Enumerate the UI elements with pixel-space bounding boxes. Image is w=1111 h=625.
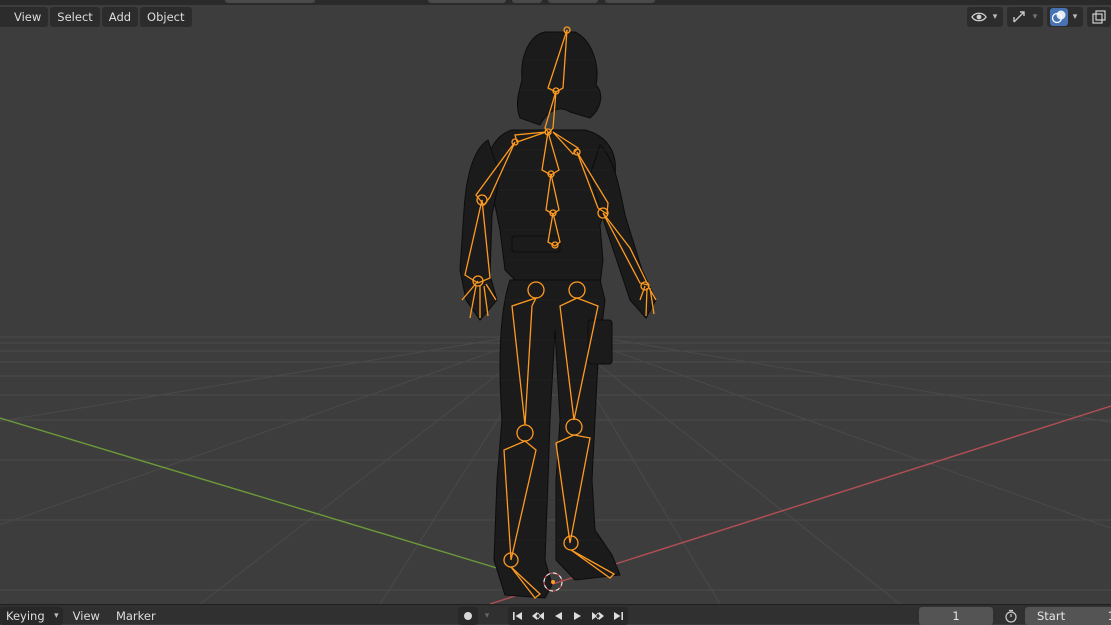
prev-keyframe-icon[interactable] — [528, 607, 548, 625]
gizmo-dropdown[interactable]: ▾ — [1007, 7, 1043, 27]
xray-toggle-icon — [1090, 8, 1108, 26]
3d-viewport[interactable]: View Select Add Object ▾ ▾ ▾ — [0, 0, 1111, 604]
next-keyframe-icon[interactable] — [588, 607, 608, 625]
xray-toggle[interactable] — [1087, 7, 1111, 27]
keying-dropdown[interactable]: Keying ▾ — [0, 607, 63, 625]
overlays-dropdown[interactable]: ▾ — [1047, 7, 1083, 27]
current-frame-field[interactable]: 1 — [919, 607, 993, 625]
chevron-down-icon: ▾ — [1032, 12, 1038, 22]
viewport-header-tools: ▾ ▾ ▾ — [967, 7, 1111, 27]
gizmo-arrow-icon — [1010, 8, 1028, 26]
playback-controls — [508, 607, 628, 625]
stopwatch-icon[interactable] — [1001, 607, 1021, 625]
character-mesh[interactable] — [459, 31, 657, 599]
jump-end-icon[interactable] — [608, 607, 628, 625]
play-icon[interactable] — [568, 607, 588, 625]
chevron-down-icon[interactable]: ▾ — [482, 611, 492, 621]
play-reverse-icon[interactable] — [548, 607, 568, 625]
menu-object[interactable]: Object — [140, 7, 192, 27]
keying-label: Keying — [6, 609, 45, 623]
timeline-menu-marker[interactable]: Marker — [110, 607, 162, 625]
jump-start-icon[interactable] — [508, 607, 528, 625]
overlays-icon — [1050, 8, 1068, 26]
visibility-eye-icon — [970, 8, 988, 26]
chevron-down-icon: ▾ — [54, 611, 59, 621]
auto-keying-button[interactable] — [458, 607, 478, 625]
start-frame-field[interactable]: Start 1 — [1025, 607, 1111, 625]
menu-view[interactable]: View — [0, 7, 49, 27]
menu-select[interactable]: Select — [50, 7, 100, 27]
y-axis-line — [0, 417, 521, 576]
viewport-scene[interactable] — [0, 0, 1111, 604]
start-label: Start — [1037, 609, 1066, 623]
chevron-down-icon: ▾ — [992, 12, 998, 22]
floor-grid — [0, 329, 1111, 604]
timeline-menu-view[interactable]: View — [67, 607, 106, 625]
menu-add[interactable]: Add — [101, 7, 139, 27]
visibility-dropdown[interactable]: ▾ — [967, 7, 1003, 27]
viewport-menu-bar: View Select Add Object — [0, 7, 192, 27]
timeline-header: Keying ▾ View Marker ▾ 1 Start — [0, 604, 1111, 625]
chevron-down-icon: ▾ — [1072, 12, 1078, 22]
record-icon — [464, 612, 472, 620]
